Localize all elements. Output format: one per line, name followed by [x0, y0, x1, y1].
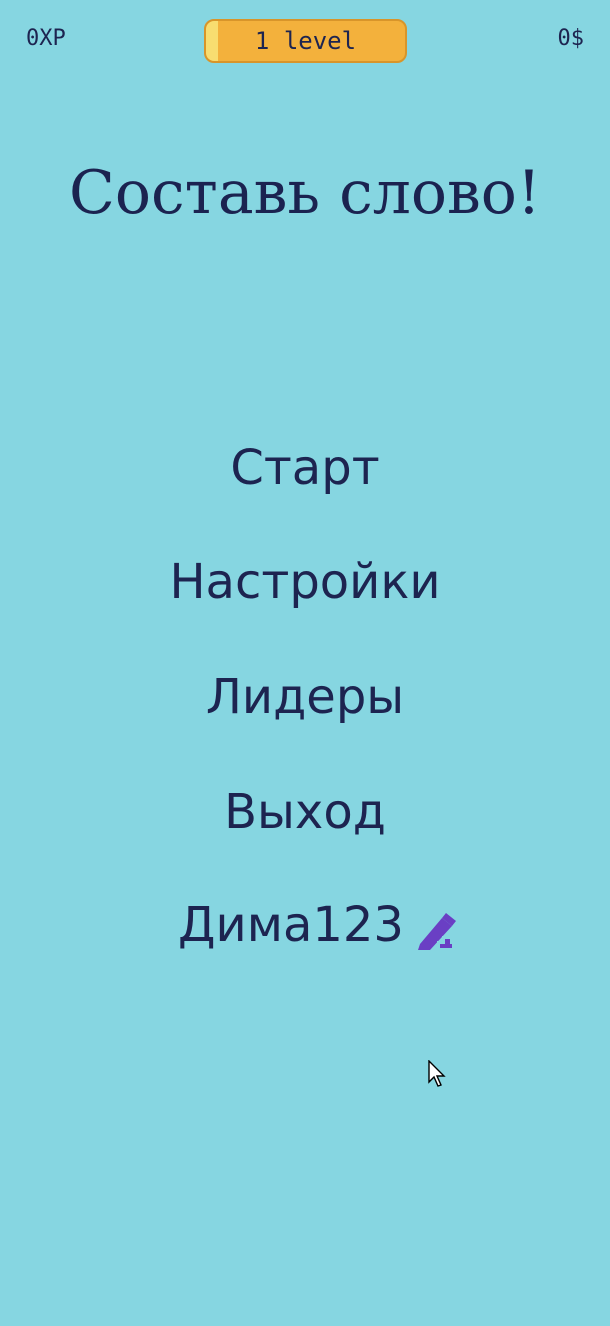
username-label: Дима123: [178, 897, 404, 953]
user-row: Дима123: [0, 896, 610, 954]
leaders-button[interactable]: Лидеры: [0, 669, 610, 725]
settings-button[interactable]: Настройки: [0, 554, 610, 610]
level-label: 1 level: [254, 27, 357, 55]
level-badge: 1 level: [204, 19, 407, 63]
start-button[interactable]: Старт: [0, 440, 610, 496]
pencil-edit-icon[interactable]: [412, 906, 460, 954]
money-counter: 0$: [557, 26, 585, 51]
top-status-bar: 0XP 1 level 0$: [0, 0, 610, 80]
game-title: Составь слово!: [69, 158, 541, 228]
xp-counter: 0XP: [26, 26, 66, 51]
exit-button[interactable]: Выход: [0, 784, 610, 840]
mouse-cursor-icon: [428, 1060, 446, 1087]
